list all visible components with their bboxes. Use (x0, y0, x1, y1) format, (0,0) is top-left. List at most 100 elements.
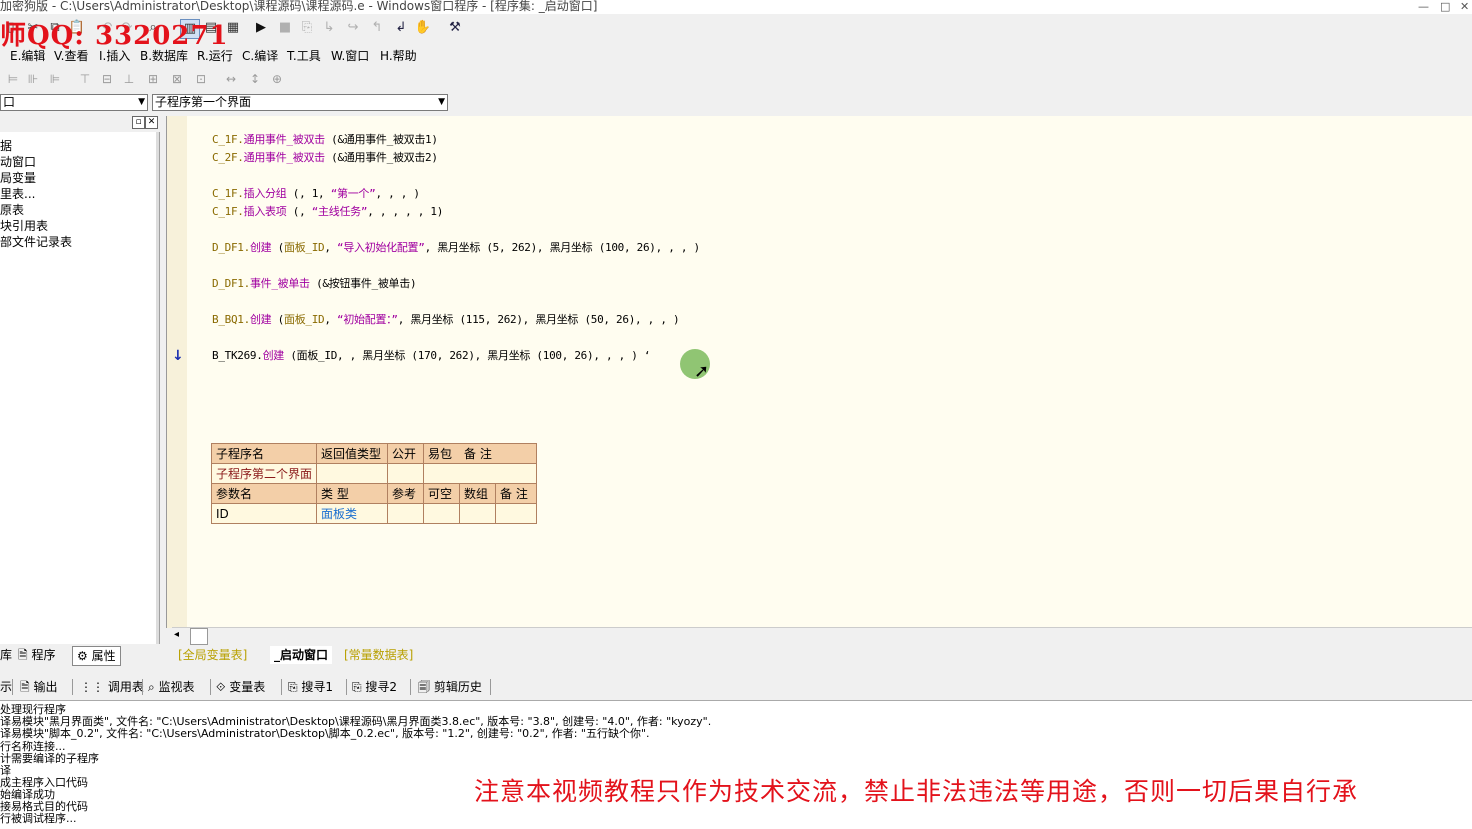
code-line[interactable]: D_DF1.创建 (面板_ID, “导入初始化配置”, 黑月坐标 (5, 262… (212, 241, 700, 255)
tab-library[interactable]: 库 (0, 646, 12, 664)
tab-hint[interactable]: 示 (0, 677, 12, 697)
tab-search2-label: 搜寻2 (365, 680, 398, 694)
step-over-icon[interactable]: ↪ (344, 19, 362, 37)
tab-startup-window[interactable]: _启动窗口 (270, 646, 333, 664)
subroutine-combo[interactable]: 子程序第一个界面 ▼ (152, 94, 448, 111)
stop-icon[interactable]: ■ (276, 19, 294, 37)
code-token: (, (286, 205, 312, 218)
tree-item[interactable]: 局变量 (0, 170, 36, 186)
scroll-thumb[interactable] (190, 628, 208, 645)
tree-item[interactable]: 里表... (0, 186, 35, 202)
tab-program[interactable]: 🗎 程序 (18, 646, 55, 664)
tab-callstack[interactable]: ⋮⋮ 调用表 (80, 677, 144, 697)
tree-item[interactable]: 动窗口 (0, 154, 36, 170)
param-type-cell[interactable]: 面板类 (316, 503, 389, 524)
note-cell[interactable] (423, 463, 538, 484)
code-token: , 黑月坐标 (115, 262), 黑月坐标 (50, 26), , , ) (397, 313, 680, 326)
close-icon[interactable]: ✕ (1460, 0, 1469, 13)
align-bottom-icon[interactable]: ⊥ (120, 70, 138, 88)
param-ref-cell[interactable] (387, 503, 425, 524)
align-center-icon[interactable]: ⊪ (24, 70, 42, 88)
code-token: , (324, 313, 338, 326)
tab-constants[interactable]: [常量数据表] (344, 646, 413, 664)
tree-item[interactable]: 据 (0, 138, 12, 154)
code-line[interactable]: C_1F.插入表项 (, “主线任务”, , , , , 1) (212, 205, 443, 219)
v-space-icon[interactable]: ↕ (246, 70, 264, 88)
tab-output[interactable]: 🗎 输出 (20, 677, 57, 697)
tab-callstack-label: 调用表 (107, 680, 144, 694)
object-combo[interactable]: 口 ▼ (0, 94, 148, 111)
param-nullable-cell[interactable] (423, 503, 461, 524)
tab-properties[interactable]: ⚙ 属性 (72, 646, 121, 666)
menu-database[interactable]: B.数据库 (140, 47, 188, 65)
menu-run[interactable]: R.运行 (197, 47, 233, 65)
param-note-cell[interactable] (495, 503, 538, 524)
code-token: ( (271, 241, 285, 254)
code-token: 创建 (249, 241, 272, 254)
menu-edit[interactable]: E.编辑 (10, 47, 45, 65)
menu-compile[interactable]: C.编译 (242, 47, 278, 65)
step-into-icon[interactable]: ↳ (320, 19, 338, 37)
code-token: B_BQ1. (212, 313, 250, 326)
align-left-icon[interactable]: ⊨ (4, 70, 22, 88)
param-array-cell[interactable] (459, 503, 497, 524)
code-line[interactable]: B_BQ1.创建 (面板_ID, “初始配置：”, 黑月坐标 (115, 262… (212, 313, 680, 327)
align-right-icon[interactable]: ⊫ (46, 70, 64, 88)
editor-hscrollbar[interactable]: ◂ (172, 627, 1472, 645)
sub-name-cell[interactable]: 子程序第二个界面 (210, 463, 318, 484)
tab-global-vars[interactable]: [全局变量表] (178, 646, 247, 664)
tree-item[interactable]: 块引用表 (0, 218, 48, 234)
align-toolbar: ⊨ ⊪ ⊫ ⊤ ⊟ ⊥ ⊞ ⊠ ⊡ ↔ ↕ ⊕ (0, 69, 300, 89)
code-line[interactable]: C_1F.通用事件_被双击 (&通用事件_被双击1) (212, 133, 438, 147)
h-space-icon[interactable]: ↔ (222, 70, 240, 88)
output-panel[interactable]: 处理现行程序 译易模块"黑月界面类", 文件名: "C:\Users\Admin… (0, 700, 1472, 829)
tab-search1-label: 搜寻1 (301, 680, 334, 694)
code-token: (&通用事件_被双击2) (324, 151, 438, 164)
tree-item[interactable]: 原表 (0, 202, 24, 218)
restore-icon[interactable]: ▫ (132, 116, 145, 129)
menu-help[interactable]: H.帮助 (380, 47, 417, 65)
code-line[interactable]: D_DF1.事件_被单击 (&按钮事件_被单击) (212, 277, 417, 291)
col-epkg: 易包备 注 (423, 443, 538, 464)
tab-search1[interactable]: ⎘ 搜寻1 (288, 677, 333, 697)
scroll-left-icon[interactable]: ◂ (174, 629, 179, 640)
search2-icon: ⎘ (352, 680, 366, 694)
align-middle-icon[interactable]: ⊟ (98, 70, 116, 88)
same-width-icon[interactable]: ⊞ (144, 70, 162, 88)
same-height-icon[interactable]: ⊠ (168, 70, 186, 88)
editor-tabs: [全局变量表] _启动窗口 [常量数据表] (166, 646, 866, 666)
center-form-icon[interactable]: ⊕ (268, 70, 286, 88)
code-token: ( (271, 313, 285, 326)
same-size-icon[interactable]: ⊡ (192, 70, 210, 88)
menu-view[interactable]: V.查看 (54, 47, 88, 65)
tab-clipboard[interactable]: 🗐 剪辑历史 (418, 677, 482, 697)
tree-scrollbar[interactable] (156, 132, 159, 644)
code-line[interactable]: C_2F.通用事件_被双击 (&通用事件_被双击2) (212, 151, 438, 165)
tab-variables[interactable]: ⟐ 变量表 (216, 677, 265, 697)
menu-window[interactable]: W.窗口 (331, 47, 369, 65)
tree-item[interactable]: 部文件记录表 (0, 234, 72, 250)
breakpoint-icon[interactable]: ↲ (392, 19, 410, 37)
return-type-cell[interactable] (316, 463, 389, 484)
menu-insert[interactable]: I.插入 (99, 47, 130, 65)
code-line[interactable]: C_1F.插入分组 (, 1, “第一个”, , , ) (212, 187, 420, 201)
step-a-icon[interactable]: ⎘ (298, 19, 316, 37)
output-icon: 🗎 (20, 680, 34, 694)
step-out-icon[interactable]: ↰ (368, 19, 386, 37)
tool-icon[interactable]: ⚒ (446, 19, 464, 37)
public-cell[interactable] (387, 463, 425, 484)
tab-watch[interactable]: ⌕ 监视表 (148, 677, 195, 697)
maximize-icon[interactable]: □ (1440, 0, 1450, 13)
tab-program-label: 程序 (31, 648, 56, 662)
minimize-icon[interactable]: — (1418, 0, 1429, 13)
param-name-cell[interactable]: ID (210, 503, 318, 524)
tab-search2[interactable]: ⎘ 搜寻2 (352, 677, 397, 697)
hand-icon[interactable]: ✋ (414, 19, 432, 37)
align-top-icon[interactable]: ⊤ (76, 70, 94, 88)
program-icon: 🗎 (18, 648, 32, 662)
code-line[interactable]: B_TK269.创建 (面板_ID, , 黑月坐标 (170, 262), 黑月… (212, 349, 651, 363)
close-icon[interactable]: ✕ (145, 116, 158, 129)
menu-tools[interactable]: T.工具 (287, 47, 321, 65)
run-icon[interactable]: ▶ (252, 19, 270, 37)
project-tree: 据 动窗口 局变量 里表... 原表 块引用表 部文件记录表 (0, 132, 160, 644)
